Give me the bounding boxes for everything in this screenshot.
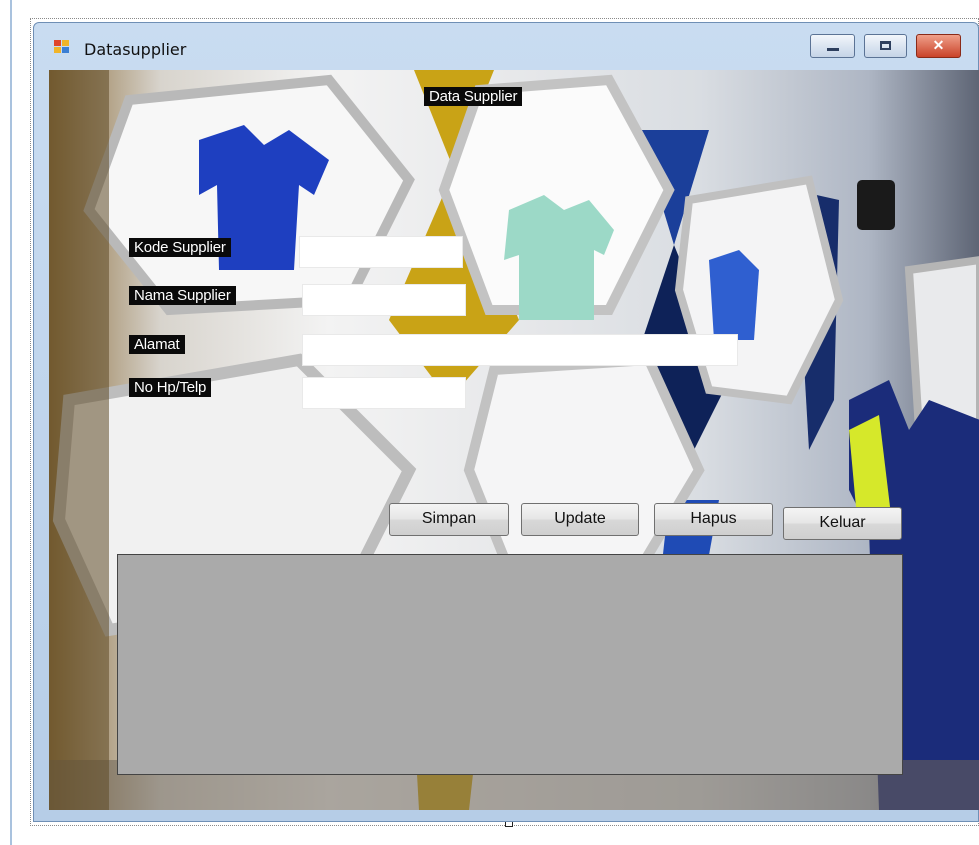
alamat-label: Alamat bbox=[129, 335, 185, 354]
close-button[interactable]: ✕ bbox=[916, 34, 961, 58]
supplier-data-grid[interactable] bbox=[117, 554, 903, 775]
close-icon: ✕ bbox=[932, 37, 945, 53]
update-button[interactable]: Update bbox=[521, 503, 639, 536]
form-client-area: Data Supplier Kode Supplier Nama Supplie… bbox=[49, 70, 979, 810]
window-title: Datasupplier bbox=[84, 40, 187, 59]
no-hp-telp-input[interactable] bbox=[302, 377, 466, 409]
hapus-button[interactable]: Hapus bbox=[654, 503, 773, 536]
designer-gutter-line bbox=[10, 0, 12, 845]
title-bar[interactable]: Datasupplier ✕ bbox=[34, 23, 978, 70]
keluar-button[interactable]: Keluar bbox=[783, 507, 902, 540]
no-hp-telp-label: No Hp/Telp bbox=[129, 378, 212, 397]
minimize-button[interactable] bbox=[810, 34, 855, 58]
simpan-button[interactable]: Simpan bbox=[389, 503, 509, 536]
maximize-button[interactable] bbox=[864, 34, 907, 58]
nama-supplier-input[interactable] bbox=[302, 284, 466, 316]
kode-supplier-input[interactable] bbox=[299, 236, 463, 268]
kode-supplier-label: Kode Supplier bbox=[129, 238, 231, 257]
minimize-icon bbox=[827, 48, 839, 51]
maximize-icon bbox=[880, 41, 891, 50]
form-title-label: Data Supplier bbox=[424, 87, 523, 106]
nama-supplier-label: Nama Supplier bbox=[129, 286, 236, 305]
form-window: Datasupplier ✕ Data Supplier Kode Suppli… bbox=[33, 22, 979, 822]
alamat-input[interactable] bbox=[302, 334, 738, 366]
app-icon bbox=[54, 40, 70, 54]
